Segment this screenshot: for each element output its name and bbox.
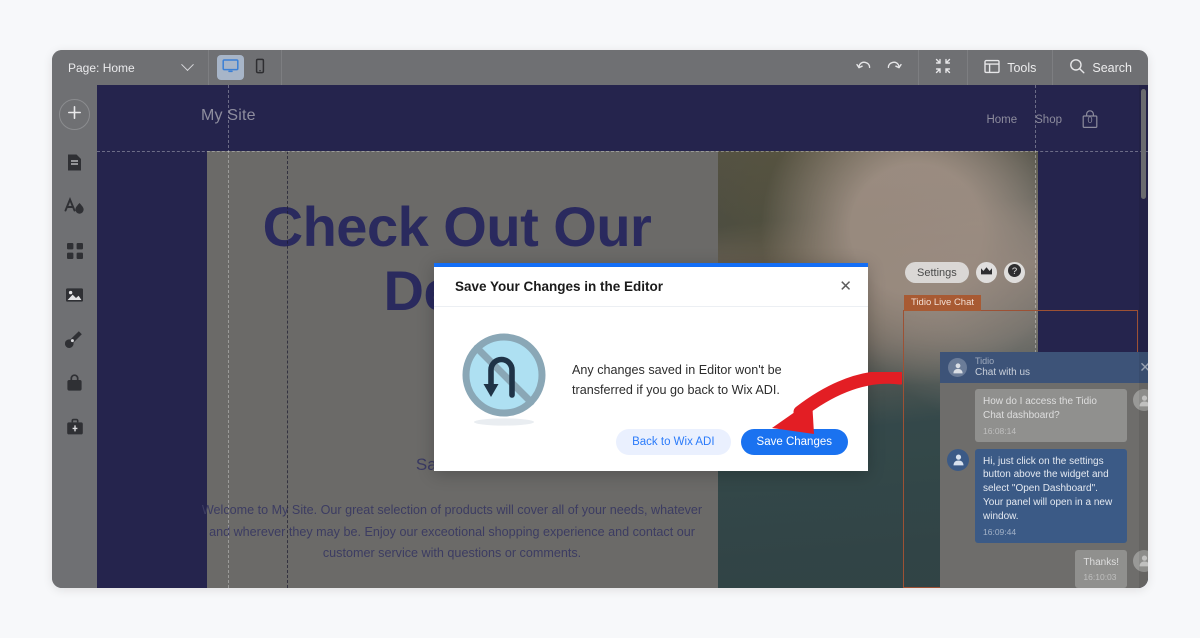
tidio-help-button[interactable]: ?: [1003, 262, 1025, 283]
history-group: [840, 50, 918, 85]
sidebar-item-design[interactable]: [61, 195, 89, 223]
chat-message-text: Thanks!: [1083, 556, 1119, 568]
chevron-down-icon: [180, 58, 194, 72]
modal-header: Save Your Changes in the Editor ✕: [434, 267, 868, 307]
chat-message-time: 16:10:03: [1083, 572, 1117, 583]
theme-letter-droplet-icon: [64, 196, 86, 221]
sidebar-item-business[interactable]: [61, 415, 89, 443]
panels-layout-icon: [984, 59, 1000, 77]
search-icon: [1069, 58, 1085, 77]
search-group: Search: [1053, 50, 1148, 85]
undo-arrow-icon: [856, 59, 872, 77]
modal-body-text: Any changes saved in Editor won't be tra…: [572, 363, 782, 397]
tools-label: Tools: [1007, 60, 1037, 75]
tidio-settings-button[interactable]: Settings: [905, 262, 969, 283]
add-element-button[interactable]: [59, 99, 90, 130]
search-button[interactable]: Search: [1069, 58, 1132, 77]
tidio-chat-header: Tidio Chat with us ✕: [940, 352, 1148, 383]
canvas-scrollbar-track[interactable]: [1139, 85, 1148, 588]
editor-top-bar: Page: Home Tools Search: [52, 50, 1148, 85]
save-changes-button[interactable]: Save Changes: [740, 429, 848, 455]
tools-group: Tools: [968, 50, 1052, 85]
tidio-widget-controls: Settings ?: [905, 262, 1025, 283]
plus-icon: [67, 105, 82, 125]
desktop-view-button[interactable]: [217, 55, 244, 80]
page-selector-dropdown[interactable]: Page: Home: [52, 50, 208, 85]
canvas-scrollbar-thumb[interactable]: [1141, 89, 1146, 199]
layout-guide-vertical: [287, 151, 288, 588]
mobile-phone-icon: [253, 58, 267, 77]
zoom-out-icon: [935, 58, 951, 77]
user-avatar-icon: [947, 448, 969, 471]
toolbar-divider: [281, 50, 282, 85]
redo-button[interactable]: [886, 59, 902, 77]
sidebar-item-media[interactable]: [61, 283, 89, 311]
modal-actions: Back to Wix ADI Save Changes: [616, 429, 848, 455]
chat-bubble-agent: Hi, just click on the settings button ab…: [975, 448, 1127, 543]
crown-icon: [980, 264, 993, 282]
zoom-out-button[interactable]: [935, 58, 951, 77]
cart-count: 0: [1087, 115, 1093, 125]
tidio-chat-messages: How do I access the Tidio Chat dashboard…: [940, 383, 1148, 588]
document-pages-icon: [66, 153, 83, 177]
save-changes-modal: Save Your Changes in the Editor ✕ Any ch…: [434, 263, 868, 471]
tidio-settings-label: Settings: [917, 266, 957, 279]
tidio-chat-title: Tidio: [975, 355, 995, 366]
chat-message-text: How do I access the Tidio Chat dashboard…: [983, 396, 1097, 421]
grid-apps-icon: [66, 242, 84, 265]
site-navigation: Home Shop 0: [986, 109, 1100, 130]
chat-bubble-visitor: How do I access the Tidio Chat dashboard…: [975, 389, 1127, 442]
question-mark-icon: ?: [1007, 263, 1022, 283]
redo-arrow-icon: [886, 59, 902, 77]
undo-button[interactable]: [856, 59, 872, 77]
briefcase-icon: [66, 418, 84, 441]
svg-text:?: ?: [1012, 266, 1017, 277]
modal-body: Any changes saved in Editor won't be tra…: [434, 307, 868, 434]
device-view-toggle: [209, 50, 281, 85]
page-selector-label: Page: Home: [68, 60, 135, 75]
no-u-turn-icon: [456, 329, 552, 434]
toolbar-right-group: Tools Search: [840, 50, 1148, 85]
user-avatar-icon: [948, 358, 967, 377]
tidio-upgrade-button[interactable]: [975, 262, 997, 283]
chat-message-row: Hi, just click on the settings button ab…: [947, 448, 1148, 543]
tidio-component-tag: Tidio Live Chat: [904, 295, 982, 311]
nav-item-home[interactable]: Home: [986, 114, 1017, 126]
pen-nib-icon: [64, 329, 84, 353]
sidebar-item-apps[interactable]: [61, 239, 89, 267]
tidio-widget-zone: Settings ? Tidio Live Chat Tidio Chat wi…: [903, 262, 1148, 588]
shopping-bag-icon: [66, 373, 83, 397]
chat-message-time: 16:09:44: [983, 526, 1017, 537]
site-header: My Site Home Shop 0: [97, 85, 1148, 151]
mobile-view-button[interactable]: [246, 55, 273, 80]
editor-left-sidebar: [52, 85, 97, 588]
shopping-cart-icon[interactable]: 0: [1080, 109, 1100, 130]
tools-button[interactable]: Tools: [984, 59, 1036, 77]
back-to-wix-adi-button[interactable]: Back to Wix ADI: [616, 429, 731, 455]
nav-item-shop[interactable]: Shop: [1035, 114, 1062, 126]
close-icon[interactable]: ✕: [839, 279, 852, 294]
image-media-icon: [65, 287, 84, 308]
chat-message-text: Hi, just click on the settings button ab…: [983, 455, 1113, 522]
chat-bubble-visitor: Thanks! 16:10:03: [1075, 549, 1127, 588]
tidio-chat-titles: Tidio Chat with us: [975, 356, 1030, 380]
tidio-chat-window[interactable]: Tidio Chat with us ✕ How do I access the…: [940, 352, 1148, 588]
layout-guide-vertical: [228, 85, 229, 588]
sidebar-item-blog[interactable]: [61, 327, 89, 355]
modal-title: Save Your Changes in the Editor: [455, 279, 664, 294]
sidebar-item-pages[interactable]: [61, 151, 89, 179]
sidebar-item-store[interactable]: [61, 371, 89, 399]
tidio-chat-subtitle: Chat with us: [975, 366, 1031, 378]
chat-message-time: 16:08:14: [983, 425, 1017, 436]
hero-body-text[interactable]: Welcome to My Site. Our great selection …: [192, 500, 712, 565]
wix-editor-window: Page: Home Tools Search My Site Home Sho…: [52, 50, 1148, 588]
search-label: Search: [1092, 60, 1132, 75]
layout-guide-horizontal: [97, 151, 1148, 152]
chat-message-row: How do I access the Tidio Chat dashboard…: [947, 389, 1148, 442]
zoom-group: [919, 50, 967, 85]
chat-message-row: Thanks! 16:10:03: [947, 549, 1148, 588]
desktop-monitor-icon: [222, 58, 239, 77]
